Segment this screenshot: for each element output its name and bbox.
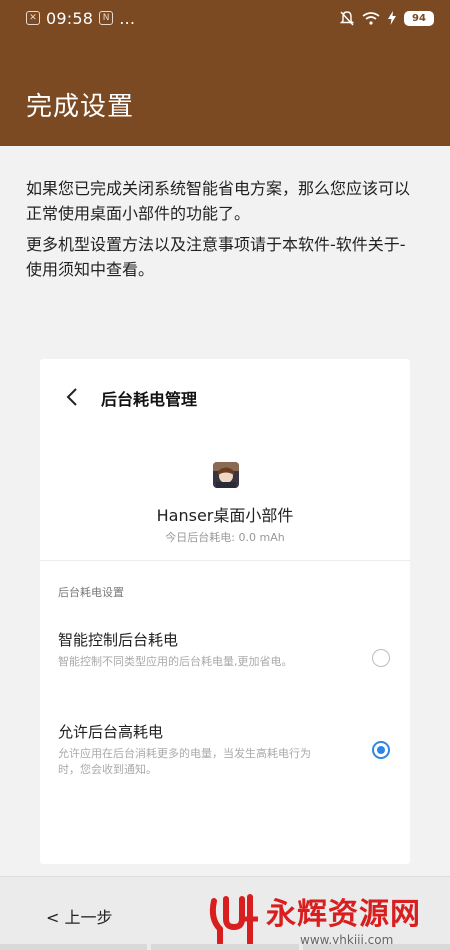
option-smart-control[interactable]: 智能控制后台耗电 智能控制不同类型应用的后台耗电量,更加省电。 <box>58 629 398 670</box>
radio-allow-high-power[interactable] <box>372 741 390 759</box>
main-content: 如果您已完成关闭系统智能省电方案，那么您应该可以正常使用桌面小部件的功能了。 更… <box>0 146 450 876</box>
charging-icon <box>388 11 396 25</box>
option-description: 允许应用在后台消耗更多的电量，当发生高耗电行为时，您会收到通知。 <box>58 747 311 776</box>
option-description: 智能控制不同类型应用的后台耗电量,更加省电。 <box>58 655 293 668</box>
status-bar: ✕ 09:58 N … 94 <box>0 0 450 36</box>
previous-step-button[interactable]: < 上一步 <box>46 904 113 928</box>
option-title: 允许后台高耗电 <box>58 723 164 741</box>
watermark: 永辉资源网 www.yhkjjj.com <box>200 883 450 949</box>
card-header: 后台耗电管理 <box>40 359 410 437</box>
radio-smart-control[interactable] <box>372 649 390 667</box>
battery-indicator: 94 <box>404 10 434 26</box>
sim-icon: ✕ <box>26 11 40 25</box>
bottom-bar: < 上一步 永辉资源网 www.yhkjjj.com <box>0 876 450 950</box>
app-icon <box>213 462 239 488</box>
nav-segment <box>302 944 450 950</box>
nav-segment <box>0 944 148 950</box>
instruction-paragraph: 如果您已完成关闭系统智能省电方案，那么您应该可以正常使用桌面小部件的功能了。 <box>26 179 411 223</box>
option-allow-high-power[interactable]: 允许后台高耗电 允许应用在后台消耗更多的电量，当发生高耗电行为时，您会收到通知。 <box>58 721 398 778</box>
watermark-text: 永辉资源网 <box>266 897 421 932</box>
option-title: 智能控制后台耗电 <box>58 631 179 649</box>
section-label: 后台耗电设置 <box>58 586 124 599</box>
navigation-bar <box>0 944 450 950</box>
back-arrow-icon <box>66 388 77 406</box>
battery-usage-text: 今日后台耗电: 0.0 mAh <box>165 531 285 544</box>
watermark-logo-icon <box>209 894 258 946</box>
more-info-paragraph: 更多机型设置方法以及注意事项请于本软件-软件关于-使用须知中查看。 <box>26 235 406 279</box>
divider <box>40 560 410 561</box>
app-bar: 完成设置 <box>0 36 450 146</box>
card-title: 后台耗电管理 <box>101 390 198 409</box>
status-time: 09:58 <box>46 8 94 28</box>
mute-bell-icon <box>340 10 354 25</box>
battery-settings-screenshot-card: 后台耗电管理 Hanser桌面小部件 今日后台耗电: 0.0 mAh 后台耗电设… <box>40 359 410 864</box>
page-title: 完成设置 <box>26 92 135 122</box>
more-notifications-icon: … <box>119 8 137 28</box>
app-name: Hanser桌面小部件 <box>156 506 294 525</box>
wifi-icon <box>362 11 380 25</box>
nav-segment <box>151 944 299 950</box>
notification-icon: N <box>99 11 114 25</box>
